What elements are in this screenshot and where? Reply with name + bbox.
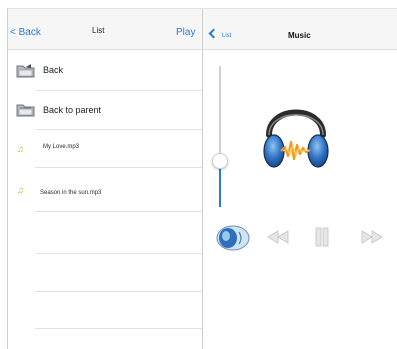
nav-back-button[interactable]: List: [222, 33, 231, 39]
row-divider: [35, 211, 202, 212]
music-note-icon: ♫: [17, 185, 24, 195]
folder-icon: [16, 64, 35, 78]
chevron-left-icon[interactable]: [208, 28, 219, 39]
list-screen: < Back List Play Back Back to parent ♫ M…: [7, 8, 202, 349]
rewind-icon[interactable]: [267, 230, 289, 244]
list-item-label: Back to parent: [43, 105, 102, 115]
list-item[interactable]: ♫ Season in the sun.mp3: [8, 167, 202, 212]
app-frame: < Back List Play Back Back to parent ♫ M…: [0, 0, 397, 349]
volume-slider-thumb[interactable]: [212, 153, 228, 169]
music-note-icon: ♫: [17, 144, 24, 154]
nav-title: List: [92, 26, 105, 35]
list-item-label: My Love.mp3: [43, 144, 80, 150]
list-item-label: Back: [43, 65, 64, 75]
headphones-icon: [263, 109, 329, 168]
row-divider: [35, 291, 202, 292]
row-divider: [35, 328, 202, 329]
list-item[interactable]: Back: [8, 51, 202, 91]
list-navbar: < Back List Play: [8, 9, 202, 50]
music-screen: List Music: [202, 8, 397, 349]
fast-forward-icon[interactable]: [361, 230, 383, 244]
list-item[interactable]: ♫ My Love.mp3: [8, 129, 202, 168]
list-item-label: Season in the sun.mp3: [40, 190, 102, 196]
music-navbar: List Music: [203, 9, 397, 50]
list-item[interactable]: Back to parent: [8, 91, 202, 130]
nav-title: Music: [288, 31, 311, 40]
speaker-icon[interactable]: [212, 224, 250, 252]
nav-play-button[interactable]: Play: [176, 27, 195, 38]
pause-icon[interactable]: [315, 227, 329, 247]
nav-back-button[interactable]: < Back: [10, 27, 41, 38]
row-divider: [35, 253, 202, 254]
folder-icon: [16, 104, 35, 117]
